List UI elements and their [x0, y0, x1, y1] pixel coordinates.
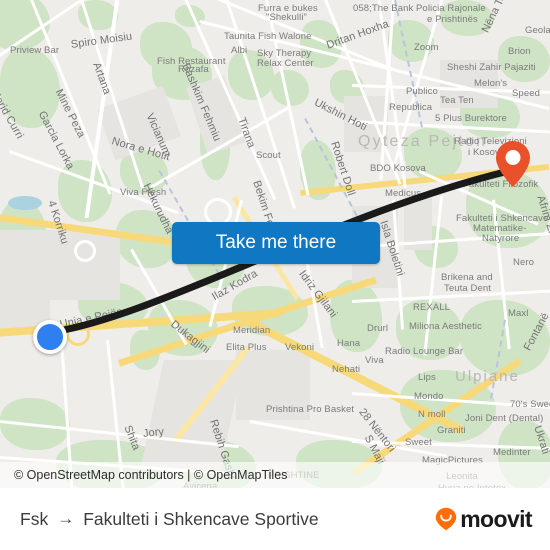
poi-label: 70's Swee [510, 399, 550, 410]
moovit-wordmark: moovit [460, 505, 532, 532]
moovit-pin-icon [436, 507, 457, 531]
take-me-there-label: Take me there [215, 232, 337, 253]
poi-label: Speed [512, 88, 540, 99]
poi-label: 058;The Bank [353, 3, 414, 14]
poi-label: Meridian [233, 325, 271, 336]
poi-label: Brikena and [441, 272, 493, 283]
poi-label: Albi [231, 45, 248, 56]
trip-destination: Fakulteti i Shkencave Sportive [83, 508, 319, 529]
poi-label: Hana [337, 338, 361, 349]
poi-label: Viva [365, 355, 384, 366]
poi-label: Sweet [405, 437, 432, 448]
poi-label: Viva Fresh [120, 187, 167, 198]
attribution-text: © OpenStreetMap contributors | © OpenMap… [14, 468, 288, 482]
roundabout [74, 240, 96, 262]
poi-label: Teuta Dent [444, 283, 491, 294]
map-canvas[interactable]: Qyteza Pejton Ulpiane Spiro Moisiu Artana M… [0, 0, 550, 488]
poi-label: Mondo [414, 391, 444, 402]
moovit-trip-map-card: Qyteza Pejton Ulpiane Spiro Moisiu Artana M… [0, 0, 550, 550]
moovit-logo[interactable]: moovit [435, 505, 533, 533]
poi-label: e Prishtinës [427, 14, 478, 25]
poi-label: Sheshi Zahir Pajaziti [447, 62, 536, 73]
poi-label: Vekoni [285, 342, 315, 353]
poi-label: Medinter [493, 447, 531, 458]
poi-label: Brion [508, 46, 531, 57]
poi-label: Miliona Aesthetic [409, 321, 482, 332]
poi-label: Zoom [414, 42, 439, 53]
poi-label: Policia Rajonale [416, 3, 486, 14]
poi-label: BDO Kosova [370, 163, 426, 174]
trip-origin: Fsk [20, 508, 49, 529]
poi-label: Priview Bar [10, 45, 60, 56]
poi-label: Maxl [508, 308, 529, 319]
poi-label: Prishtina Pro Basket [266, 404, 355, 415]
poi-label: 5 Plus Burektore [435, 113, 507, 124]
poi-label: Tea Ten [440, 95, 474, 106]
poi-label: Nero [513, 257, 534, 268]
poi-label: Walone [279, 31, 312, 42]
origin-marker[interactable] [33, 320, 67, 354]
footer-bar: Fsk → Fakulteti i Shkencave Sportive moo… [0, 488, 550, 550]
park-area [271, 70, 309, 106]
take-me-there-button[interactable]: Take me there [172, 222, 380, 264]
map-attribution: © OpenStreetMap contributors | © OpenMap… [0, 462, 550, 488]
water-body [8, 196, 42, 210]
street-label: Jory [142, 425, 165, 440]
map-pin-icon [496, 141, 530, 187]
poi-label: Rozafa [178, 64, 209, 75]
area-label: Ulpiane [455, 368, 520, 385]
poi-label: Drurl [367, 323, 389, 334]
poi-label: "Shekulli" [266, 12, 308, 23]
poi-label: Publico [406, 86, 438, 97]
poi-label: Joni Dent (Dental) [465, 413, 544, 424]
poi-label: Radio Lounge Bar [385, 346, 464, 357]
arrow-right-icon: → [57, 509, 75, 528]
poi-label: Melon's [474, 78, 508, 89]
poi-label: Geolant [525, 25, 550, 36]
poi-label: Medicus [385, 188, 422, 199]
poi-label: Nehati [332, 364, 361, 375]
poi-label: N moll [418, 409, 446, 420]
poi-label: Lips [418, 372, 436, 383]
trip-summary: Fsk → Fakulteti i Shkencave Sportive [20, 509, 319, 530]
poi-label: Graniti [437, 425, 466, 436]
poi-label: Natyrore [482, 233, 520, 244]
poi-label: Relax Center [257, 58, 314, 69]
poi-label: REXALL [413, 302, 451, 313]
poi-label: Elita Plus [226, 342, 267, 353]
poi-label: Republica [389, 102, 433, 113]
poi-label: Scout [256, 150, 281, 161]
destination-marker[interactable] [495, 140, 531, 188]
poi-label: Taunita Fish [224, 31, 277, 42]
